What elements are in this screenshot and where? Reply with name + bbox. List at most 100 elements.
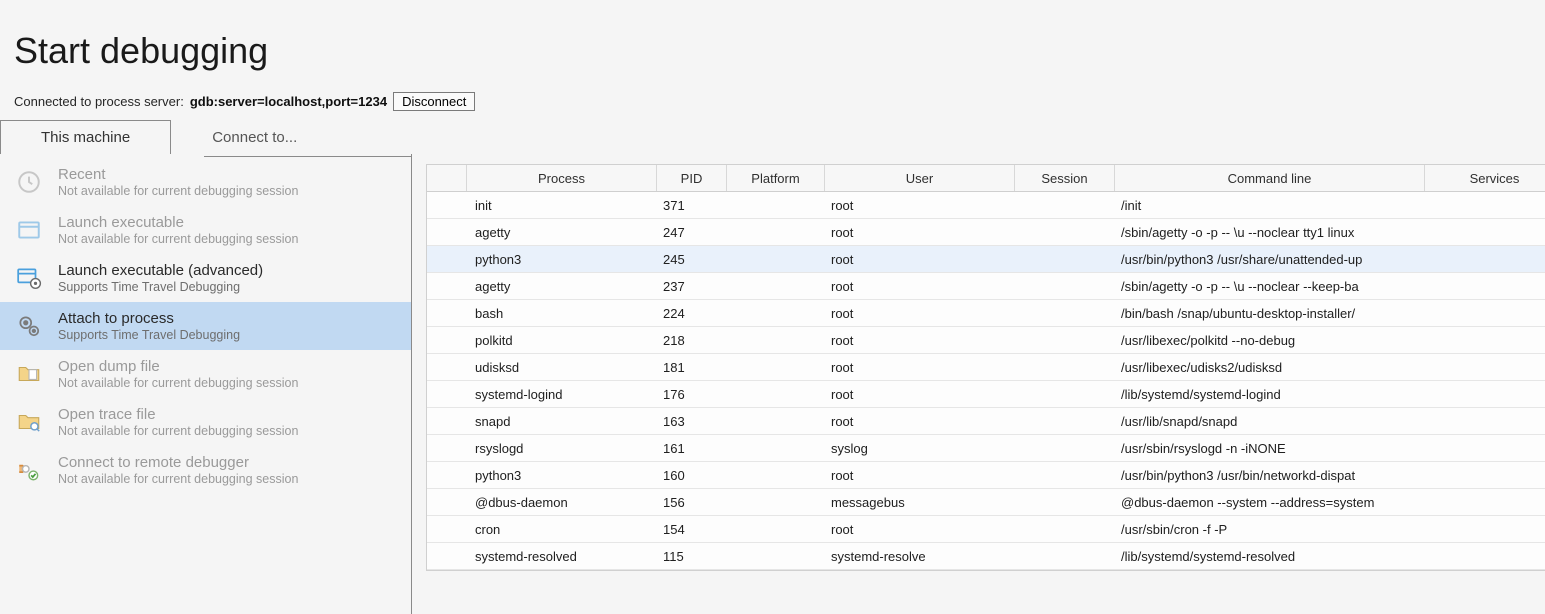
cell-process: udisksd	[467, 360, 657, 375]
tab-this-machine[interactable]: This machine	[0, 120, 171, 154]
table-row[interactable]: snapd163root/usr/lib/snapd/snapd	[427, 408, 1545, 435]
cell-user: root	[825, 306, 1015, 321]
col-platform[interactable]: Platform	[727, 165, 825, 191]
table-row[interactable]: agetty247root/sbin/agetty -o -p -- \u --…	[427, 219, 1545, 246]
sidebar-item-remote[interactable]: Connect to remote debugger Not available…	[0, 446, 411, 494]
cell-process: systemd-resolved	[467, 549, 657, 564]
sidebar-item-label: Launch executable	[58, 214, 403, 231]
table-row[interactable]: bash224root/bin/bash /snap/ubuntu-deskto…	[427, 300, 1545, 327]
connection-label: Connected to process server:	[14, 94, 184, 109]
cell-cmd: /sbin/agetty -o -p -- \u --noclear --kee…	[1115, 279, 1425, 294]
cell-cmd: /lib/systemd/systemd-resolved	[1115, 549, 1425, 564]
disconnect-button[interactable]: Disconnect	[393, 92, 475, 111]
cell-process: init	[467, 198, 657, 213]
cell-cmd: /usr/bin/python3 /usr/bin/networkd-dispa…	[1115, 468, 1425, 483]
table-row[interactable]: init371root/init	[427, 192, 1545, 219]
table-row[interactable]: polkitd218root/usr/libexec/polkitd --no-…	[427, 327, 1545, 354]
sidebar-item-sub: Not available for current debugging sess…	[58, 472, 403, 486]
sidebar-item-launch[interactable]: Launch executable Not available for curr…	[0, 206, 411, 254]
cell-process: python3	[467, 468, 657, 483]
cell-cmd: @dbus-daemon --system --address=system	[1115, 495, 1425, 510]
window-gear-icon	[14, 263, 44, 293]
tabs: This machine Connect to...	[0, 119, 412, 154]
sidebar-item-sub: Supports Time Travel Debugging	[58, 328, 403, 342]
process-table: Process PID Platform User Session Comman…	[426, 164, 1545, 571]
sidebar-item-sub: Not available for current debugging sess…	[58, 424, 403, 438]
action-list: Recent Not available for current debuggi…	[0, 154, 412, 614]
cell-cmd: /usr/libexec/polkitd --no-debug	[1115, 333, 1425, 348]
sidebar-item-label: Open dump file	[58, 358, 403, 375]
col-process[interactable]: Process	[467, 165, 657, 191]
cell-user: root	[825, 414, 1015, 429]
cell-pid: 163	[657, 414, 727, 429]
cell-user: root	[825, 225, 1015, 240]
cell-process: bash	[467, 306, 657, 321]
cell-user: root	[825, 360, 1015, 375]
cell-pid: 160	[657, 468, 727, 483]
cell-process: cron	[467, 522, 657, 537]
cell-pid: 237	[657, 279, 727, 294]
folder-file-icon	[14, 359, 44, 389]
cell-user: root	[825, 198, 1015, 213]
col-session[interactable]: Session	[1015, 165, 1115, 191]
table-row[interactable]: systemd-logind176 root/lib/systemd/system…	[427, 381, 1545, 408]
sidebar-item-sub: Not available for current debugging sess…	[58, 232, 403, 246]
gears-icon	[14, 311, 44, 341]
tab-connect-to[interactable]: Connect to...	[171, 120, 338, 154]
cell-user: messagebus	[825, 495, 1015, 510]
col-services[interactable]: Services	[1425, 165, 1545, 191]
cell-cmd: /lib/systemd/systemd-logind	[1115, 387, 1425, 402]
window-icon	[14, 215, 44, 245]
table-row[interactable]: agetty237 root/sbin/agetty -o -p -- \u --…	[427, 273, 1545, 300]
cell-pid: 176	[657, 387, 727, 402]
cell-cmd: /bin/bash /snap/ubuntu-desktop-installer…	[1115, 306, 1425, 321]
table-row[interactable]: @dbus-daemon156messagebus@dbus-daemon --…	[427, 489, 1545, 516]
cell-user: syslog	[825, 441, 1015, 456]
sidebar-item-label: Launch executable (advanced)	[58, 262, 403, 279]
cell-user: root	[825, 468, 1015, 483]
table-row[interactable]: python3160 root/usr/bin/python3 /usr/bin/…	[427, 462, 1545, 489]
table-row[interactable]: systemd-resolved115 systemd-resolve/lib/s…	[427, 543, 1545, 570]
table-row[interactable]: rsyslogd161syslog/usr/sbin/rsyslogd -n -…	[427, 435, 1545, 462]
cell-cmd: /init	[1115, 198, 1425, 213]
cell-user: root	[825, 279, 1015, 294]
cell-pid: 115	[657, 549, 727, 564]
sidebar-item-open-trace[interactable]: Open trace file Not available for curren…	[0, 398, 411, 446]
cell-pid: 247	[657, 225, 727, 240]
sidebar-item-recent[interactable]: Recent Not available for current debuggi…	[0, 158, 411, 206]
table-row[interactable]: python3245root/usr/bin/python3 /usr/shar…	[427, 246, 1545, 273]
remote-plug-icon	[14, 455, 44, 485]
sidebar-item-label: Connect to remote debugger	[58, 454, 403, 471]
cell-process: python3	[467, 252, 657, 267]
sidebar-item-label: Attach to process	[58, 310, 403, 327]
cell-cmd: /usr/libexec/udisks2/udisksd	[1115, 360, 1425, 375]
right-panel: Process PID Platform User Session Comman…	[412, 119, 1545, 571]
sidebar-item-label: Recent	[58, 166, 403, 183]
cell-process: rsyslogd	[467, 441, 657, 456]
clock-icon	[14, 167, 44, 197]
col-user[interactable]: User	[825, 165, 1015, 191]
sidebar-item-sub: Not available for current debugging sess…	[58, 184, 403, 198]
sidebar-item-label: Open trace file	[58, 406, 403, 423]
sidebar-item-sub: Not available for current debugging sess…	[58, 376, 403, 390]
sidebar-item-launch-advanced[interactable]: Launch executable (advanced) Supports Ti…	[0, 254, 411, 302]
col-cmd[interactable]: Command line	[1115, 165, 1425, 191]
cell-pid: 156	[657, 495, 727, 510]
folder-search-icon	[14, 407, 44, 437]
cell-user: root	[825, 522, 1015, 537]
page-title: Start debugging	[0, 0, 1545, 90]
table-row[interactable]: cron154root/usr/sbin/cron -f -P	[427, 516, 1545, 543]
cell-cmd: /sbin/agetty -o -p -- \u --noclear tty1 …	[1115, 225, 1425, 240]
cell-user: systemd-resolve	[825, 549, 1015, 564]
table-header: Process PID Platform User Session Comman…	[427, 165, 1545, 192]
sidebar-item-attach[interactable]: Attach to process Supports Time Travel D…	[0, 302, 411, 350]
sidebar-item-open-dump[interactable]: Open dump file Not available for current…	[0, 350, 411, 398]
table-row[interactable]: udisksd181root/usr/libexec/udisks2/udisk…	[427, 354, 1545, 381]
cell-pid: 218	[657, 333, 727, 348]
cell-process: systemd-logind	[467, 387, 657, 402]
col-pid[interactable]: PID	[657, 165, 727, 191]
cell-cmd: /usr/lib/snapd/snapd	[1115, 414, 1425, 429]
cell-process: agetty	[467, 279, 657, 294]
cell-pid: 245	[657, 252, 727, 267]
cell-user: root	[825, 387, 1015, 402]
